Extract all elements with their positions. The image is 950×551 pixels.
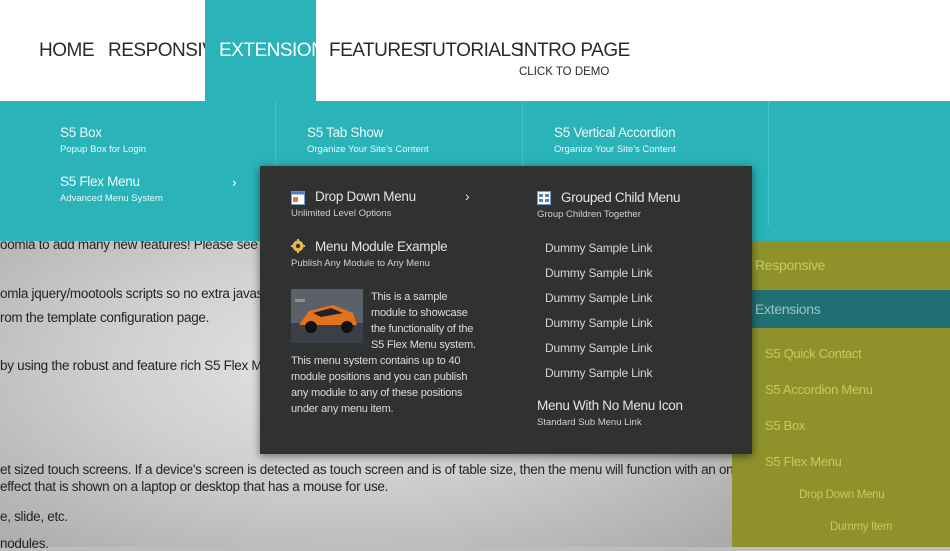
nav-intro-page-label: INTRO PAGE	[519, 40, 630, 61]
nav-home-label: HOME	[39, 40, 95, 61]
dummy-sample-link[interactable]: Dummy Sample Link	[545, 316, 653, 330]
mega-item-title: S5 Tab Show	[307, 125, 384, 140]
mega-item-subtitle: Popup Box for Login	[60, 144, 147, 155]
top-navigation: HOME RESPONSIVE EXTENSIONS FEATURES TUTO…	[0, 0, 950, 101]
flex-menu-dropdown: Drop Down Menu Unlimited Level Options ›…	[260, 166, 752, 454]
dropdown-item-title: Drop Down Menu	[315, 189, 416, 204]
nav-features-label: FEATURES	[329, 40, 425, 61]
sidebar-item-responsive[interactable]: Responsive	[755, 257, 825, 273]
dropdown-item-title: Menu Module Example	[315, 239, 448, 254]
nav-intro-page-sublabel: CLICK TO DEMO	[519, 66, 610, 78]
sports-car-image	[291, 289, 363, 343]
mega-item-subtitle: Organize Your Site's Content	[307, 144, 429, 155]
module-text-line: under any menu item.	[291, 403, 394, 415]
sidebar-item-extensions[interactable]: Extensions	[755, 301, 821, 317]
content-line: by using the robust and feature rich S5 …	[0, 358, 297, 373]
module-text-line: This menu system contains up to 40	[291, 355, 461, 367]
module-text-line: the functionality of the	[371, 323, 474, 335]
nav-home[interactable]: HOME	[39, 0, 95, 101]
sidebar-item-s5-quick-contact[interactable]: S5 Quick Contact	[765, 346, 862, 361]
sidebar-item-drop-down-menu[interactable]: Drop Down Menu	[799, 489, 885, 501]
mega-item-title: S5 Vertical Accordion	[554, 125, 676, 140]
nav-tutorials[interactable]: TUTORIALS	[421, 0, 523, 101]
mega-item-s5-flex-menu[interactable]: S5 Flex Menu Advanced Menu System	[60, 174, 163, 204]
content-line: e, slide, etc.	[0, 509, 68, 524]
content-line: rom the template configuration page.	[0, 310, 210, 325]
sidebar-item-dummy-item[interactable]: Dummy Item	[830, 521, 892, 533]
mega-item-s5-tab-show[interactable]: S5 Tab Show Organize Your Site's Content	[307, 125, 429, 155]
content-line: effect that is shown on a laptop or desk…	[0, 479, 389, 494]
mega-item-subtitle: Organize Your Site's Content	[554, 144, 676, 155]
dropdown-item-drop-down-menu[interactable]: Drop Down Menu Unlimited Level Options	[291, 189, 416, 219]
chevron-right-icon: ›	[465, 188, 470, 204]
content-line: et sized touch screens. If a device's sc…	[0, 462, 759, 477]
dropdown-item-subtitle: Publish Any Module to Any Menu	[291, 258, 430, 269]
module-description-continued: This menu system contains up to 40 modul…	[291, 353, 491, 417]
module-text-line: S5 Flex Menu system.	[371, 339, 476, 351]
module-text-line: module to showcase	[371, 307, 468, 319]
chevron-right-icon: ›	[232, 174, 237, 190]
module-description: This is a sample module to showcase the …	[371, 289, 491, 353]
dummy-sample-link[interactable]: Dummy Sample Link	[545, 266, 653, 280]
module-text-line: This is a sample	[371, 291, 448, 303]
dummy-sample-link[interactable]: Dummy Sample Link	[545, 241, 653, 255]
dropdown-item-subtitle: Group Children Together	[537, 209, 641, 220]
dummy-sample-link[interactable]: Dummy Sample Link	[545, 366, 653, 380]
mega-item-title: S5 Box	[60, 125, 102, 140]
dropdown-item-title: Menu With No Menu Icon	[537, 398, 683, 413]
dropdown-item-subtitle: Unlimited Level Options	[291, 208, 392, 219]
sidebar-item-s5-box[interactable]: S5 Box	[765, 418, 805, 433]
dropdown-item-subtitle: Standard Sub Menu Link	[537, 417, 642, 428]
nav-features[interactable]: FEATURES	[329, 0, 425, 101]
dropdown-item-menu-module-example[interactable]: Menu Module Example Publish Any Module t…	[291, 239, 448, 269]
module-text-line: any module to any of these positions	[291, 387, 463, 399]
dropdown-item-title: Grouped Child Menu	[561, 190, 681, 205]
content-line: nodules.	[0, 536, 49, 551]
column-divider	[768, 101, 769, 226]
module-text-line: module positions and you can publish	[291, 371, 468, 383]
dropdown-item-grouped-child-menu[interactable]: Grouped Child Menu Group Children Togeth…	[537, 190, 680, 220]
mega-item-s5-box[interactable]: S5 Box Popup Box for Login	[60, 125, 146, 155]
dummy-sample-link[interactable]: Dummy Sample Link	[545, 341, 653, 355]
nav-extensions[interactable]: EXTENSIONS	[205, 0, 337, 101]
content-line: omla jquery/mootools scripts so no extra…	[0, 286, 288, 301]
sidebar-item-s5-accordion-menu[interactable]: S5 Accordion Menu	[765, 382, 873, 397]
mega-item-title: S5 Flex Menu	[60, 174, 140, 189]
nav-tutorials-label: TUTORIALS	[421, 40, 523, 61]
nav-intro-page[interactable]: INTRO PAGE CLICK TO DEMO	[519, 0, 630, 101]
nav-extensions-label: EXTENSIONS	[219, 40, 337, 61]
sidebar-item-s5-flex-menu[interactable]: S5 Flex Menu	[765, 454, 842, 469]
mega-item-subtitle: Advanced Menu System	[60, 193, 163, 204]
dummy-sample-link[interactable]: Dummy Sample Link	[545, 291, 653, 305]
mega-item-s5-vertical-accordion[interactable]: S5 Vertical Accordion Organize Your Site…	[554, 125, 676, 155]
dropdown-item-menu-with-no-icon[interactable]: Menu With No Menu Icon Standard Sub Menu…	[537, 398, 683, 428]
